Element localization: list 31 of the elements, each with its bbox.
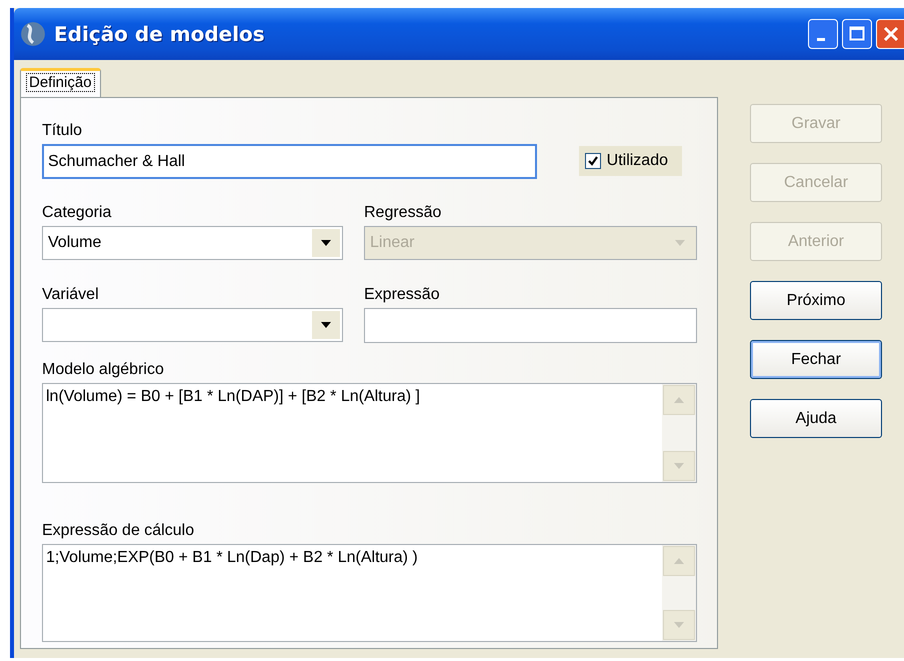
up-arrow-icon [673,396,685,404]
minimize-button[interactable] [808,19,838,49]
down-arrow-icon [320,239,332,247]
down-arrow-icon [673,621,685,629]
check-icon [586,155,599,167]
utilizado-checkbox[interactable]: Utilizado [578,146,682,176]
down-arrow-icon [674,239,686,247]
down-arrow-icon [673,462,685,470]
text-area[interactable]: ln(Volume) = B0 + [B1 * Ln(DAP)] + [B2 * Ln(Altura) ] [42,383,697,483]
text-area[interactable]: 1;Volume;EXP(B0 + B1 * Ln(Dap) + B2 * Ln(Altura) ) [42,544,697,642]
maximize-button[interactable] [842,19,872,49]
dialog-button[interactable]: Ajuda [750,399,882,438]
field-label: Título [42,122,84,141]
down-arrow-icon [320,321,332,329]
up-arrow-icon [673,556,685,565]
field-label: Categoria [42,204,112,223]
close-button[interactable] [876,19,904,49]
window-title: Edição de modelos [54,22,266,46]
input-field[interactable] [364,308,697,343]
dialog-button[interactable]: Próximo [750,281,882,320]
field-label: Expressão de cálculo [42,522,196,541]
dialog-button[interactable]: Fechar [750,340,882,379]
input-field[interactable]: Schumacher & Hall [42,144,537,179]
minimize-icon [817,38,825,40]
field-label: Modelo algébrico [42,361,165,380]
dropdown[interactable] [42,308,343,342]
field-label: Expressão [364,286,441,305]
tab[interactable]: Definição [20,68,101,97]
field-label: Regressão [364,204,442,223]
field-label: Variável [42,286,100,305]
dropdown[interactable]: Volume [42,226,343,260]
